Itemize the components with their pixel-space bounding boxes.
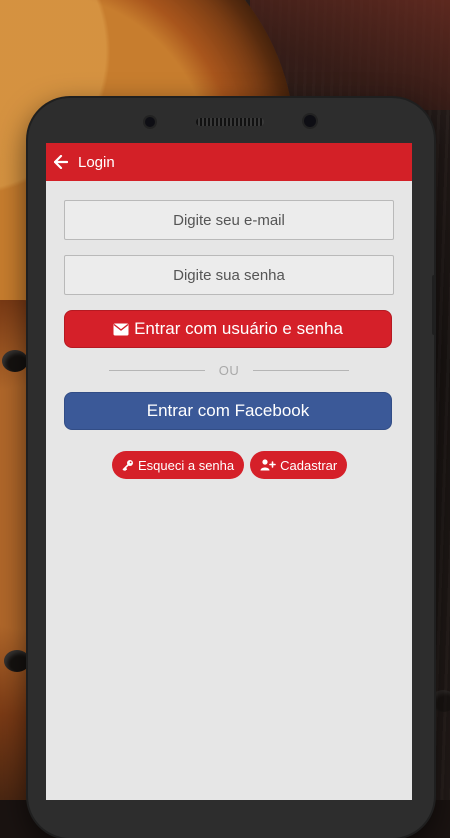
email-input[interactable] [65,200,393,240]
divider-text: OU [218,362,240,378]
login-form: Entrar com usuário e senha OU Entrar com… [64,200,394,430]
facebook-login-button[interactable]: Entrar com Facebook [64,392,392,430]
forgot-password-button[interactable]: Esqueci a senha [112,451,245,479]
facebook-button-label: Entrar com Facebook [146,401,310,420]
proximity-sensor [145,117,155,127]
divider-line [253,369,350,371]
login-button[interactable]: Entrar com usuário e senha [64,310,392,348]
page-title: Login [78,153,115,171]
front-camera [304,115,316,127]
password-input[interactable] [65,255,393,295]
phone-side-button [432,275,436,335]
app-bar: Login [46,143,412,181]
secondary-actions: Esqueci a senha Cadastrar [112,451,353,479]
email-field[interactable] [64,200,394,240]
or-divider: OU [64,361,394,379]
register-label: Cadastrar [280,457,338,473]
password-field[interactable] [64,255,394,295]
phone-speaker [196,118,264,126]
olive-decoration [4,650,30,672]
login-button-label: Entrar com usuário e senha [134,319,343,338]
key-icon [122,459,134,471]
arrow-left-icon[interactable] [54,154,70,170]
olive-decoration [2,350,28,372]
app-screen: Login Entrar com usuário e senha OU Entr… [46,143,412,800]
envelope-icon [113,323,129,336]
register-button[interactable]: Cadastrar [250,451,348,479]
user-plus-icon [260,459,276,471]
divider-line [108,369,205,371]
forgot-password-label: Esqueci a senha [138,457,235,473]
